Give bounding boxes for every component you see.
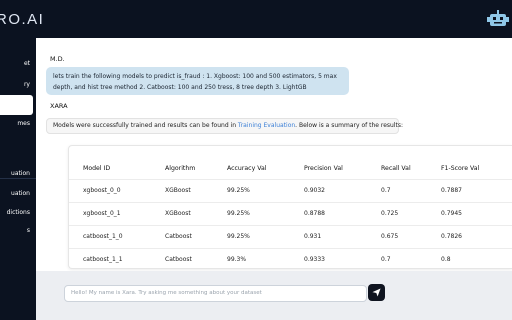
bot-message-text: Models were successfully trained and res…	[53, 122, 238, 129]
table-row: catboost_1_0 Catboost 99.25% 0.931 0.675…	[69, 226, 512, 249]
sidebar-item-label: ry	[23, 81, 30, 88]
table-cell: 0.7945	[441, 210, 462, 217]
table-row: catboost_1_1 Catboost 99.3% 0.9333 0.7 0…	[69, 249, 512, 268]
training-evaluation-link[interactable]: Training Evaluation	[238, 122, 295, 129]
sidebar-item-label: dictions	[6, 209, 30, 216]
table-cell: 0.7887	[441, 187, 462, 194]
table-cell: 0.9333	[304, 256, 325, 263]
sidebar: et ry mes uation uation dictions s	[0, 38, 36, 320]
table-cell: 0.7	[381, 187, 391, 194]
table-row: xgboost_0_0 XGBoost 99.25% 0.9032 0.7 0.…	[69, 180, 512, 203]
user-message-bubble: lets train the following models to predi…	[46, 67, 349, 95]
table-cell: 0.7826	[441, 233, 462, 240]
table-cell: 0.675	[381, 233, 399, 240]
table-row: xgboost_0_1 XGBoost 99.25% 0.8788 0.725 …	[69, 203, 512, 226]
table-cell: 0.9032	[304, 187, 325, 194]
table-cell: XGBoost	[165, 210, 191, 217]
sidebar-item-label: mes	[17, 120, 30, 127]
user-name: M.D.	[50, 55, 65, 63]
table-cell: 0.8	[441, 256, 451, 263]
table-cell: 99.25%	[227, 233, 250, 240]
results-table: Model ID Algorithm Accuracy Val Precisio…	[69, 158, 512, 268]
bot-message-bubble: Models were successfully trained and res…	[46, 118, 403, 134]
bot-message-text-end: . Below is a summary of the results:	[295, 122, 404, 129]
send-icon	[372, 288, 381, 297]
robot-icon[interactable]	[487, 8, 509, 30]
table-cell: 0.8788	[304, 210, 325, 217]
sidebar-item-history[interactable]: ry	[0, 75, 36, 95]
table-header-row: Model ID Algorithm Accuracy Val Precisio…	[69, 158, 512, 180]
column-header: F1-Score Val	[441, 165, 480, 172]
send-button[interactable]	[368, 284, 385, 301]
column-header: Precision Val	[304, 165, 343, 172]
sidebar-item-label: uation	[11, 190, 30, 197]
sidebar-item-schemes[interactable]: mes	[0, 114, 36, 134]
bot-name: XARA	[50, 102, 68, 110]
sidebar-item-label: s	[26, 227, 30, 234]
table-cell: catboost_1_1	[83, 256, 123, 263]
table-cell: catboost_1_0	[83, 233, 123, 240]
sidebar-item-dataset[interactable]: et	[0, 54, 36, 74]
table-cell: Catboost	[165, 256, 192, 263]
table-cell: Catboost	[165, 233, 192, 240]
table-cell: 99.3%	[227, 256, 247, 263]
sidebar-item-evaluation-1[interactable]: uation	[0, 164, 36, 184]
table-cell: 99.25%	[227, 210, 250, 217]
table-cell: 0.7	[381, 256, 391, 263]
table-cell: 0.725	[381, 210, 399, 217]
results-table-card: Model ID Algorithm Accuracy Val Precisio…	[68, 145, 512, 269]
sidebar-item-active[interactable]	[0, 95, 33, 115]
message-composer: Hello! My name is Xara. Try asking me so…	[36, 271, 512, 320]
sidebar-item-evaluation-2[interactable]: uation	[0, 184, 36, 204]
chat-panel: M.D. lets train the following models to …	[36, 38, 512, 271]
column-header: Algorithm	[165, 165, 196, 172]
sidebar-item-label: uation	[11, 170, 30, 177]
table-cell: xgboost_0_1	[83, 210, 121, 217]
top-bar: RO.AI	[0, 0, 512, 38]
sidebar-item-other[interactable]: s	[0, 221, 36, 241]
column-header: Accuracy Val	[227, 165, 267, 172]
table-cell: XGBoost	[165, 187, 191, 194]
app-brand: RO.AI	[0, 11, 45, 28]
column-header: Model ID	[83, 165, 111, 172]
table-cell: 0.931	[304, 233, 322, 240]
sidebar-item-predictions[interactable]: dictions	[0, 203, 36, 223]
table-cell: 99.25%	[227, 187, 250, 194]
sidebar-item-label: et	[23, 60, 30, 67]
message-input[interactable]: Hello! My name is Xara. Try asking me so…	[64, 285, 367, 302]
column-header: Recall Val	[381, 165, 411, 172]
table-cell: xgboost_0_0	[83, 187, 121, 194]
